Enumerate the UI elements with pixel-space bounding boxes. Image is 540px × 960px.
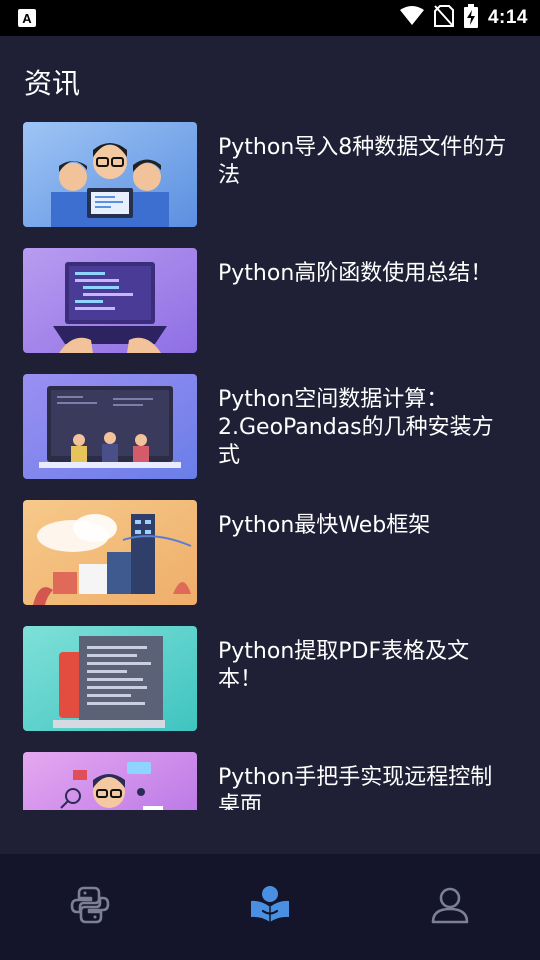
laptop-code-illustration [23,248,197,353]
bottom-nav [0,854,540,960]
app-notification-icon: A [18,9,36,27]
python-logo-icon [70,885,110,929]
status-time: 4:14 [487,7,528,28]
reader-book-icon [249,885,291,929]
wifi-icon [399,6,424,30]
news-title: Python最快Web框架 [218,513,431,538]
news-title: Python空间数据计算：2.GeoPandas的几种安装方式 [218,387,494,468]
news-item[interactable]: Python提取PDF表格及文本！ [0,626,540,731]
page-title: 资讯 [24,67,81,100]
developer-person-illustration [23,752,197,810]
document-illustration [23,626,197,731]
news-item[interactable]: Python最快Web框架 [0,500,540,605]
nav-profile-tab[interactable] [360,854,540,960]
news-title: Python手把手实现远程控制桌面 [218,765,493,810]
news-item[interactable]: Python高阶函数使用总结！ [0,248,540,353]
news-title: Python高阶函数使用总结！ [218,261,493,286]
news-item[interactable]: Python手把手实现远程控制桌面 [0,752,540,810]
developers-screen-illustration [23,374,197,479]
nav-news-tab[interactable] [180,854,360,960]
news-title: Python导入8种数据文件的方法 [218,135,507,188]
nav-python-tab[interactable] [0,854,180,960]
no-sim-icon [433,5,454,31]
news-list: Python导入8种数据文件的方法 Python高阶函数使用总结！ Python… [0,122,540,810]
status-bar: A 4:14 [0,0,540,36]
news-item[interactable]: Python导入8种数据文件的方法 [0,122,540,227]
news-title: Python提取PDF表格及文本！ [218,639,470,692]
news-item[interactable]: Python空间数据计算：2.GeoPandas的几种安装方式 [0,374,540,479]
team-illustration [23,122,197,227]
svg-text:A: A [22,11,32,26]
cloud-city-illustration [23,500,197,605]
user-profile-icon [430,885,470,929]
battery-charging-icon [463,4,478,32]
